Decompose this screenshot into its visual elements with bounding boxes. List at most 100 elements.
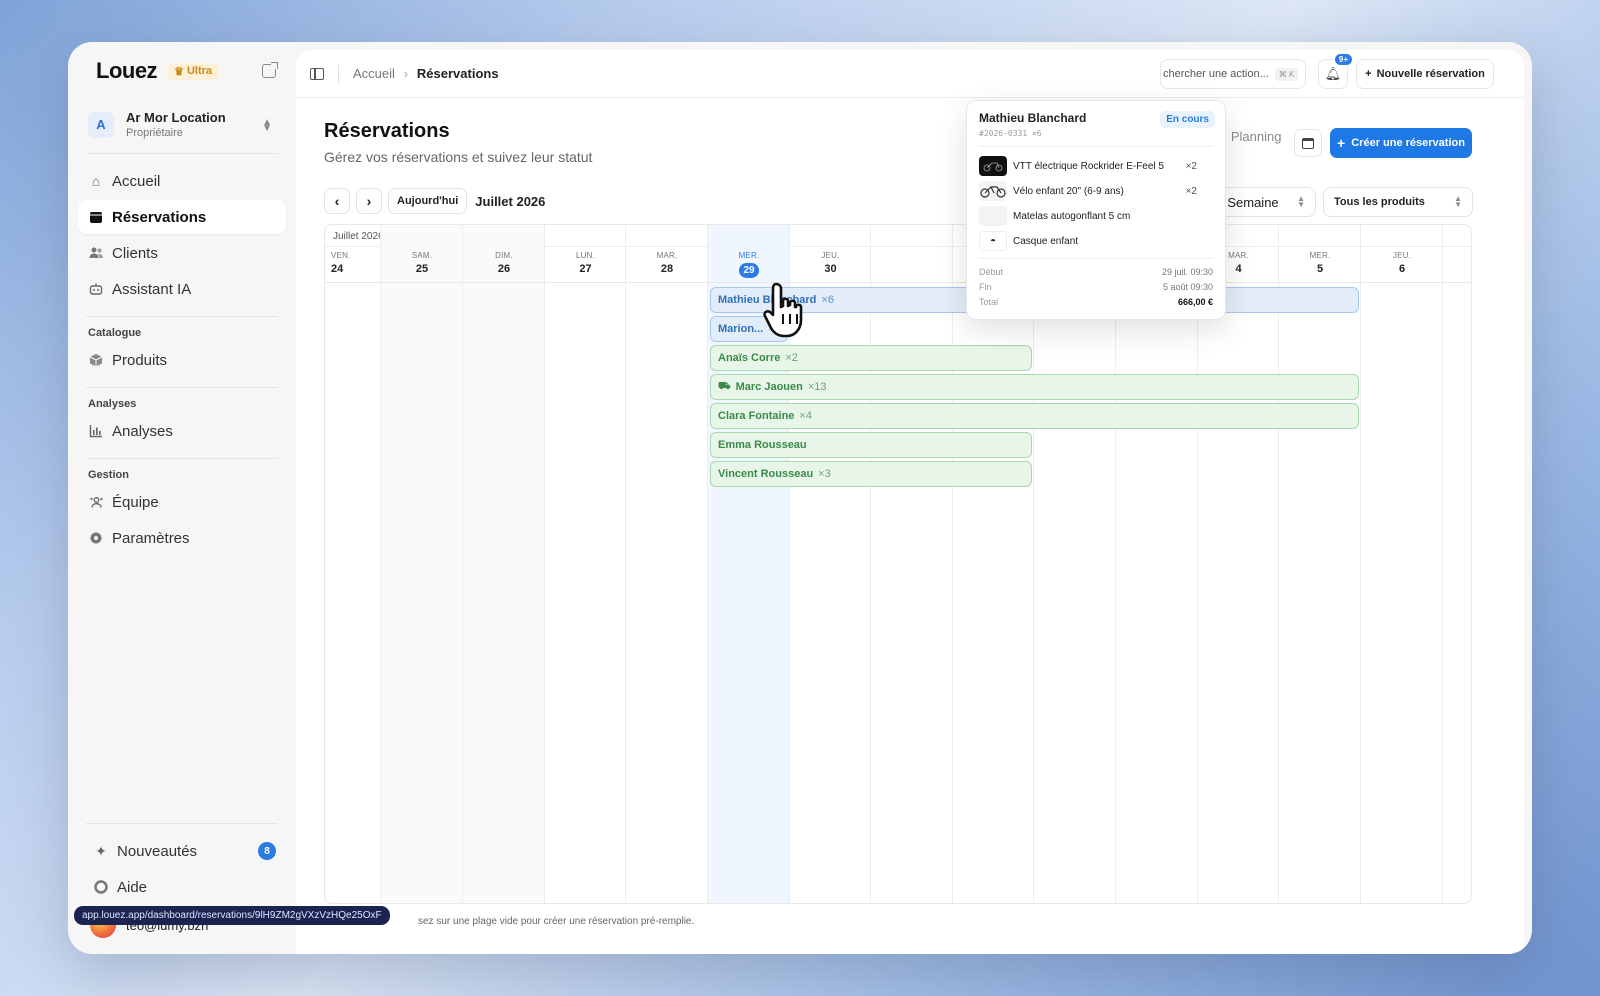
divider	[86, 387, 278, 388]
nav-item-accueil[interactable]: ⌂ Accueil	[78, 164, 286, 198]
day-number: 28	[660, 263, 674, 275]
calendar-grid: Juillet 2026 VEN. 24 SAM. 25 DIM. 26 LUN. 27 MAR…	[324, 224, 1472, 904]
day-column[interactable]	[1034, 225, 1116, 903]
chevron-updown-icon: ▲ ▼	[1297, 194, 1305, 209]
booking-bar[interactable]: ⛟ Marc Jaouen ×13	[710, 374, 1359, 400]
popover-item: Matelas autogonflant 5 cm	[979, 205, 1213, 227]
booking-quantity: ×3	[818, 468, 831, 480]
next-button[interactable]: ›	[356, 188, 382, 214]
divider	[86, 823, 278, 824]
day-column[interactable]	[545, 225, 626, 903]
day-number: 25	[415, 263, 429, 275]
org-switcher[interactable]: A Ar Mor Location Propriétaire ▲ ▼	[78, 106, 286, 143]
nav-item-analyses[interactable]: Analyses	[78, 414, 286, 448]
day-number: 6	[1398, 263, 1406, 275]
day-name: LUN.	[575, 251, 596, 260]
bar-chart-icon	[88, 423, 104, 439]
section-analyses: Analyses	[88, 398, 137, 410]
day-column[interactable]	[871, 225, 953, 903]
day-header: JEU. 6	[1361, 251, 1443, 275]
booking-bar[interactable]: Anaïs Corre ×2	[710, 345, 1032, 371]
product-select[interactable]: Tous les produits ▲ ▼	[1323, 187, 1473, 217]
nav-item-assistant-ia[interactable]: Assistant IA	[78, 272, 286, 306]
nav-item-clients[interactable]: Clients	[78, 236, 286, 270]
popover-item: Vélo enfant 20" (6-9 ans) ×2	[979, 180, 1213, 202]
day-column[interactable]	[1198, 225, 1279, 903]
create-booking-button[interactable]: + Créer une réservation	[1330, 128, 1472, 158]
plus-icon: +	[1365, 68, 1372, 80]
day-header: DIM. 26	[463, 251, 545, 275]
popover-item: VTT électrique Rockrider E-Feel 5 ×2	[979, 155, 1213, 177]
sidebar-toggle-icon[interactable]	[310, 67, 324, 80]
day-column[interactable]	[1361, 225, 1443, 903]
topbar: Accueil › Réservations chercher une acti…	[296, 50, 1524, 98]
day-header: SAM. 25	[381, 251, 463, 275]
kids-bike-thumbnail-icon	[979, 181, 1007, 201]
popover-end: Fin 5 août 09:30	[979, 282, 1213, 292]
main-panel: Accueil › Réservations chercher une acti…	[296, 50, 1524, 954]
command-search[interactable]: chercher une action... ⌘ K	[1160, 59, 1306, 89]
booking-customer: Marion...	[718, 323, 764, 335]
popover-total: Total 666,00 €	[979, 297, 1213, 307]
notifications-button[interactable]: 🔔︎ 9+	[1318, 53, 1353, 89]
divider	[979, 146, 1213, 147]
breadcrumb-reservations: Réservations	[416, 66, 499, 81]
shortcut-hint: ⌘ K	[1274, 67, 1299, 81]
nav-item-parametres[interactable]: Paramètres	[78, 521, 286, 555]
calendar-icon	[88, 209, 104, 225]
nav-item-produits[interactable]: Produits	[78, 343, 286, 377]
day-name: JEU.	[1392, 251, 1412, 260]
booking-bar[interactable]: Clara Fontaine ×4	[710, 403, 1359, 429]
booking-preview-popover[interactable]: Mathieu Blanchard En cours #2026-0331 ×6…	[966, 100, 1226, 320]
chevron-right-icon: ›	[366, 193, 372, 209]
new-booking-button[interactable]: + Nouvelle réservation	[1356, 59, 1494, 89]
page-subtitle: Gérez vos réservations et suivez leur st…	[324, 149, 593, 165]
day-header: MAR. 28	[626, 251, 708, 275]
booking-customer: Marc Jaouen	[735, 381, 803, 393]
link-status-tooltip: app.louez.app/dashboard/reservations/9lH…	[74, 906, 390, 925]
app-window: Louez ♛ Ultra A Ar Mor Location Propriéta…	[68, 42, 1532, 954]
calendar-sync-button[interactable]	[1294, 129, 1322, 157]
breadcrumb-accueil[interactable]: Accueil	[353, 66, 395, 81]
popover-item: ◓ Casque enfant	[979, 230, 1213, 252]
day-name: MAR.	[656, 251, 678, 260]
day-number: 27	[579, 263, 592, 275]
popover-start: Début 29 juil. 09:30	[979, 267, 1213, 277]
nav-item-nouveautes[interactable]: ✦ Nouveautés 8	[78, 834, 286, 868]
ebike-thumbnail-icon	[979, 156, 1007, 176]
booking-bar[interactable]: Vincent Rousseau ×3	[710, 461, 1032, 487]
calendar-nav: ‹ › Aujourd'hui Juillet 2026	[324, 188, 545, 214]
nav-item-equipe[interactable]: Équipe	[78, 485, 286, 519]
current-month: Juillet 2026	[475, 193, 546, 209]
day-column[interactable]	[325, 225, 381, 903]
nav-item-aide[interactable]: Aide	[78, 870, 286, 904]
day-name: MER.	[1309, 251, 1331, 260]
day-number: 24	[331, 263, 344, 275]
days-header: VEN. 24 SAM. 25 DIM. 26 LUN. 27 MAR. 28 MER. 29 JEU.…	[325, 247, 1471, 283]
booking-bar[interactable]: Emma Rousseau	[710, 432, 1032, 458]
day-column[interactable]	[381, 225, 463, 903]
day-column[interactable]	[1279, 225, 1361, 903]
day-name: JEU.	[821, 251, 840, 260]
status-badge: En cours	[1160, 111, 1215, 128]
sidebar: Louez ♛ Ultra A Ar Mor Location Propriéta…	[68, 42, 296, 954]
day-column[interactable]	[1116, 225, 1198, 903]
day-column[interactable]	[626, 225, 708, 903]
box-icon	[88, 352, 104, 368]
calendar-icon	[1302, 137, 1314, 149]
section-gestion: Gestion	[88, 469, 129, 481]
external-link-icon[interactable]	[262, 62, 278, 78]
chevron-right-icon: ›	[403, 66, 408, 81]
day-column[interactable]	[463, 225, 545, 903]
prev-button[interactable]: ‹	[324, 188, 350, 214]
day-column[interactable]	[953, 225, 1034, 903]
day-header: MER. 29	[708, 251, 790, 278]
day-name: SAM.	[411, 251, 433, 260]
today-button[interactable]: Aujourd'hui	[388, 188, 468, 214]
booking-quantity: ×4	[799, 410, 812, 422]
nav-item-reservations[interactable]: Réservations	[78, 200, 286, 234]
divider	[86, 458, 278, 459]
day-number: 26	[497, 263, 511, 275]
truck-icon: ⛟	[718, 380, 731, 392]
day-header: MER. 5	[1279, 251, 1361, 275]
